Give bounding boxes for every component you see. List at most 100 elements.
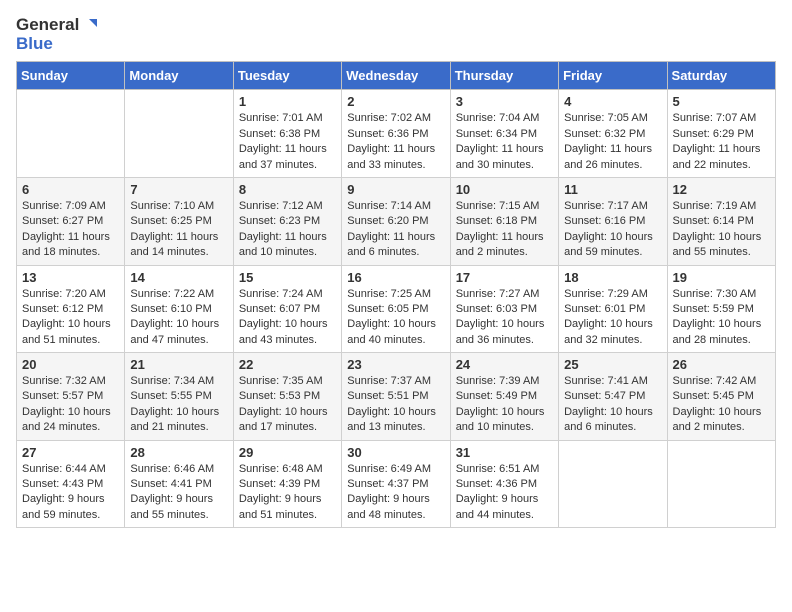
cell-content: Sunrise: 7:02 AM Sunset: 6:36 PM Dayligh… xyxy=(347,111,444,173)
day-number: 25 xyxy=(564,357,661,372)
cell-content: Sunrise: 7:10 AM Sunset: 6:25 PM Dayligh… xyxy=(130,199,227,261)
day-number: 24 xyxy=(456,357,553,372)
day-number: 26 xyxy=(673,357,770,372)
cell-content: Sunrise: 7:09 AM Sunset: 6:27 PM Dayligh… xyxy=(22,199,119,261)
day-number: 18 xyxy=(564,270,661,285)
calendar-cell: 29 Sunrise: 6:48 AM Sunset: 4:39 PM Dayli… xyxy=(233,440,341,528)
day-of-week-header: Wednesday xyxy=(342,62,450,90)
calendar-cell xyxy=(17,90,125,178)
calendar-cell: 26 Sunrise: 7:42 AM Sunset: 5:45 PM Dayli… xyxy=(667,353,775,441)
cell-content: Sunrise: 7:04 AM Sunset: 6:34 PM Dayligh… xyxy=(456,111,553,173)
calendar-cell: 31 Sunrise: 6:51 AM Sunset: 4:36 PM Dayli… xyxy=(450,440,558,528)
day-number: 15 xyxy=(239,270,336,285)
calendar-cell xyxy=(125,90,233,178)
calendar-cell xyxy=(667,440,775,528)
day-number: 6 xyxy=(22,182,119,197)
day-number: 14 xyxy=(130,270,227,285)
day-number: 28 xyxy=(130,445,227,460)
cell-content: Sunrise: 7:37 AM Sunset: 5:51 PM Dayligh… xyxy=(347,374,444,436)
calendar-cell: 3 Sunrise: 7:04 AM Sunset: 6:34 PM Daylig… xyxy=(450,90,558,178)
day-number: 1 xyxy=(239,94,336,109)
calendar-cell: 25 Sunrise: 7:41 AM Sunset: 5:47 PM Dayli… xyxy=(559,353,667,441)
logo: General Blue xyxy=(16,16,97,53)
cell-content: Sunrise: 6:44 AM Sunset: 4:43 PM Dayligh… xyxy=(22,462,119,524)
logo-bird-icon xyxy=(81,17,97,33)
cell-content: Sunrise: 7:27 AM Sunset: 6:03 PM Dayligh… xyxy=(456,287,553,349)
calendar-cell: 30 Sunrise: 6:49 AM Sunset: 4:37 PM Dayli… xyxy=(342,440,450,528)
calendar-cell: 28 Sunrise: 6:46 AM Sunset: 4:41 PM Dayli… xyxy=(125,440,233,528)
calendar-cell: 24 Sunrise: 7:39 AM Sunset: 5:49 PM Dayli… xyxy=(450,353,558,441)
calendar-cell: 12 Sunrise: 7:19 AM Sunset: 6:14 PM Dayli… xyxy=(667,177,775,265)
calendar-cell: 14 Sunrise: 7:22 AM Sunset: 6:10 PM Dayli… xyxy=(125,265,233,353)
calendar-cell: 13 Sunrise: 7:20 AM Sunset: 6:12 PM Dayli… xyxy=(17,265,125,353)
cell-content: Sunrise: 7:07 AM Sunset: 6:29 PM Dayligh… xyxy=(673,111,770,173)
calendar-cell: 7 Sunrise: 7:10 AM Sunset: 6:25 PM Daylig… xyxy=(125,177,233,265)
cell-content: Sunrise: 6:51 AM Sunset: 4:36 PM Dayligh… xyxy=(456,462,553,524)
day-of-week-header: Saturday xyxy=(667,62,775,90)
cell-content: Sunrise: 7:24 AM Sunset: 6:07 PM Dayligh… xyxy=(239,287,336,349)
cell-content: Sunrise: 7:34 AM Sunset: 5:55 PM Dayligh… xyxy=(130,374,227,436)
day-number: 30 xyxy=(347,445,444,460)
calendar-table: SundayMondayTuesdayWednesdayThursdayFrid… xyxy=(16,61,776,528)
day-number: 19 xyxy=(673,270,770,285)
day-number: 5 xyxy=(673,94,770,109)
day-number: 10 xyxy=(456,182,553,197)
calendar-cell: 9 Sunrise: 7:14 AM Sunset: 6:20 PM Daylig… xyxy=(342,177,450,265)
cell-content: Sunrise: 7:25 AM Sunset: 6:05 PM Dayligh… xyxy=(347,287,444,349)
cell-content: Sunrise: 7:39 AM Sunset: 5:49 PM Dayligh… xyxy=(456,374,553,436)
day-number: 22 xyxy=(239,357,336,372)
day-number: 20 xyxy=(22,357,119,372)
cell-content: Sunrise: 7:15 AM Sunset: 6:18 PM Dayligh… xyxy=(456,199,553,261)
calendar-cell: 20 Sunrise: 7:32 AM Sunset: 5:57 PM Dayli… xyxy=(17,353,125,441)
day-number: 16 xyxy=(347,270,444,285)
calendar-cell: 5 Sunrise: 7:07 AM Sunset: 6:29 PM Daylig… xyxy=(667,90,775,178)
cell-content: Sunrise: 7:42 AM Sunset: 5:45 PM Dayligh… xyxy=(673,374,770,436)
day-number: 23 xyxy=(347,357,444,372)
day-number: 31 xyxy=(456,445,553,460)
day-number: 17 xyxy=(456,270,553,285)
day-of-week-header: Tuesday xyxy=(233,62,341,90)
calendar-cell: 19 Sunrise: 7:30 AM Sunset: 5:59 PM Dayli… xyxy=(667,265,775,353)
calendar-cell: 21 Sunrise: 7:34 AM Sunset: 5:55 PM Dayli… xyxy=(125,353,233,441)
day-number: 21 xyxy=(130,357,227,372)
calendar-cell: 16 Sunrise: 7:25 AM Sunset: 6:05 PM Dayli… xyxy=(342,265,450,353)
cell-content: Sunrise: 7:12 AM Sunset: 6:23 PM Dayligh… xyxy=(239,199,336,261)
day-number: 9 xyxy=(347,182,444,197)
calendar-cell: 8 Sunrise: 7:12 AM Sunset: 6:23 PM Daylig… xyxy=(233,177,341,265)
day-of-week-header: Sunday xyxy=(17,62,125,90)
cell-content: Sunrise: 6:46 AM Sunset: 4:41 PM Dayligh… xyxy=(130,462,227,524)
cell-content: Sunrise: 7:32 AM Sunset: 5:57 PM Dayligh… xyxy=(22,374,119,436)
cell-content: Sunrise: 7:30 AM Sunset: 5:59 PM Dayligh… xyxy=(673,287,770,349)
calendar-cell: 22Sunrise: 7:35 AM Sunset: 5:53 PM Dayli… xyxy=(233,353,341,441)
calendar-cell: 23 Sunrise: 7:37 AM Sunset: 5:51 PM Dayli… xyxy=(342,353,450,441)
calendar-cell: 17 Sunrise: 7:27 AM Sunset: 6:03 PM Dayli… xyxy=(450,265,558,353)
day-number: 11 xyxy=(564,182,661,197)
calendar-cell: 2Sunrise: 7:02 AM Sunset: 6:36 PM Daylig… xyxy=(342,90,450,178)
cell-content: Sunrise: 7:29 AM Sunset: 6:01 PM Dayligh… xyxy=(564,287,661,349)
logo-blue: Blue xyxy=(16,35,97,54)
cell-content: Sunrise: 7:14 AM Sunset: 6:20 PM Dayligh… xyxy=(347,199,444,261)
cell-content: Sunrise: 7:20 AM Sunset: 6:12 PM Dayligh… xyxy=(22,287,119,349)
day-of-week-header: Thursday xyxy=(450,62,558,90)
calendar-cell: 11 Sunrise: 7:17 AM Sunset: 6:16 PM Dayli… xyxy=(559,177,667,265)
calendar-cell: 1 Sunrise: 7:01 AM Sunset: 6:38 PM Daylig… xyxy=(233,90,341,178)
day-number: 7 xyxy=(130,182,227,197)
day-number: 8 xyxy=(239,182,336,197)
cell-content: Sunrise: 7:05 AM Sunset: 6:32 PM Dayligh… xyxy=(564,111,661,173)
cell-content: Sunrise: 7:41 AM Sunset: 5:47 PM Dayligh… xyxy=(564,374,661,436)
cell-content: Sunrise: 6:49 AM Sunset: 4:37 PM Dayligh… xyxy=(347,462,444,524)
calendar-cell: 4Sunrise: 7:05 AM Sunset: 6:32 PM Daylig… xyxy=(559,90,667,178)
cell-content: Sunrise: 7:19 AM Sunset: 6:14 PM Dayligh… xyxy=(673,199,770,261)
day-number: 29 xyxy=(239,445,336,460)
day-number: 27 xyxy=(22,445,119,460)
day-number: 12 xyxy=(673,182,770,197)
cell-content: Sunrise: 6:48 AM Sunset: 4:39 PM Dayligh… xyxy=(239,462,336,524)
day-number: 3 xyxy=(456,94,553,109)
calendar-cell: 6 Sunrise: 7:09 AM Sunset: 6:27 PM Daylig… xyxy=(17,177,125,265)
calendar-cell xyxy=(559,440,667,528)
day-number: 13 xyxy=(22,270,119,285)
cell-content: Sunrise: 7:17 AM Sunset: 6:16 PM Dayligh… xyxy=(564,199,661,261)
cell-content: Sunrise: 7:22 AM Sunset: 6:10 PM Dayligh… xyxy=(130,287,227,349)
cell-content: Sunrise: 7:01 AM Sunset: 6:38 PM Dayligh… xyxy=(239,111,336,173)
calendar-cell: 18 Sunrise: 7:29 AM Sunset: 6:01 PM Dayli… xyxy=(559,265,667,353)
